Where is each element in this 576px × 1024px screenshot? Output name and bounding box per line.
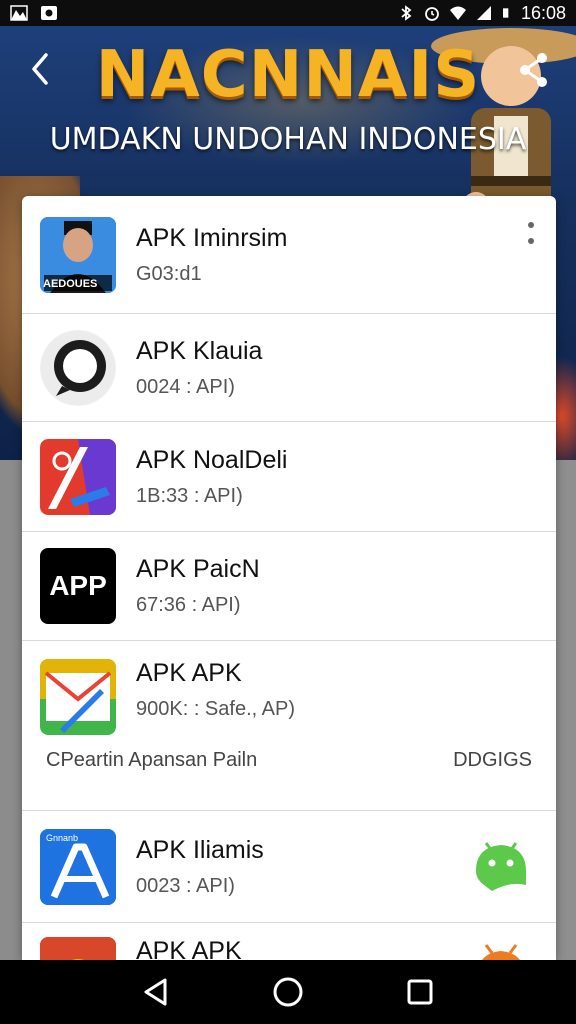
dot-icon (528, 238, 534, 244)
app-text-icon: APP (40, 548, 116, 624)
app-meta: 1B:33 : API) (136, 484, 243, 507)
back-button[interactable] (20, 44, 60, 94)
section-label: CPeartin Apansan Pailn (46, 749, 258, 771)
share-icon (520, 53, 547, 87)
circle-home-icon (273, 977, 303, 1007)
chevron-left-icon (32, 53, 48, 85)
nav-home-button[interactable] (268, 972, 308, 1012)
maps-style-icon (40, 438, 116, 515)
background-panel (0, 460, 24, 960)
app-meta: G03:d1 (136, 262, 202, 285)
banner-subtitle: UMDAKN UNDOHAN INDONESIA (49, 122, 527, 157)
image-notification-icon (41, 6, 57, 20)
wifi-icon (449, 6, 466, 20)
list-item[interactable]: APP APK PaicN 67:36 : API) (22, 532, 556, 641)
status-bar: 16:08 (0, 0, 576, 26)
section-footer: CPeartin Apansan Pailn DDGIGS (46, 749, 532, 772)
app-meta: 900K: : Safe., AP) (136, 698, 295, 720)
gallery-notification-icon (10, 5, 28, 21)
app-meta: 67:36 : API) (136, 594, 241, 616)
status-time: 16:08 (520, 2, 566, 23)
bluetooth-icon (401, 5, 412, 21)
nav-back-button[interactable] (136, 972, 176, 1012)
app-name: APK APK (136, 937, 242, 960)
app-name: APK Klauia (136, 336, 263, 365)
icon-caption: AEDOUES (43, 277, 98, 290)
system-navigation-bar (0, 960, 576, 1024)
icon-caption: APP (49, 570, 107, 601)
app-meta: 0023 : API) (136, 874, 235, 897)
share-button[interactable] (516, 50, 552, 90)
app-meta: 0024 : API) (136, 375, 235, 398)
letter-a-icon: Gnnanb (40, 828, 116, 905)
app-list-card: AEDOUES APK Iminrsim G03:d1 APK Klauia 0… (22, 196, 556, 960)
banner-title: NACNNAIS (95, 38, 481, 112)
triangle-back-icon (144, 978, 167, 1006)
square-recents-icon (407, 979, 433, 1005)
signal-icon (476, 6, 491, 20)
app-name: APK Iminrsim (136, 223, 288, 252)
app-name: APK PaicN (136, 555, 260, 583)
app-name: APK NoalDeli (136, 445, 288, 474)
nav-envelope-icon (40, 659, 116, 735)
nav-recents-button[interactable] (400, 972, 440, 1012)
dot-icon (528, 222, 534, 228)
list-item[interactable]: APK APK 900K: : Safe., AP) CPeartin Apan… (22, 641, 556, 811)
red-app-icon (40, 937, 116, 960)
battery-icon (502, 8, 509, 18)
more-options-button[interactable] (524, 218, 538, 248)
app-name: APK Iliamis (136, 835, 264, 864)
list-item[interactable]: APK Klauia 0024 : API) (22, 314, 556, 422)
section-action[interactable]: DDGIGS (453, 749, 532, 772)
icon-caption: Gnnanb (46, 832, 79, 843)
person-photo-icon: AEDOUES (40, 216, 116, 293)
list-item[interactable]: AEDOUES APK Iminrsim G03:d1 (22, 196, 556, 314)
list-item[interactable]: Gnnanb APK Iliamis 0023 : API) (22, 811, 556, 923)
list-item[interactable]: APK APK (22, 923, 556, 960)
chat-bubble-icon (40, 329, 116, 406)
list-item[interactable]: APK NoalDeli 1B:33 : API) (22, 422, 556, 532)
android-icon (482, 944, 520, 960)
android-icon (476, 842, 526, 891)
app-name: APK APK (136, 659, 242, 687)
alarm-icon (425, 7, 439, 21)
